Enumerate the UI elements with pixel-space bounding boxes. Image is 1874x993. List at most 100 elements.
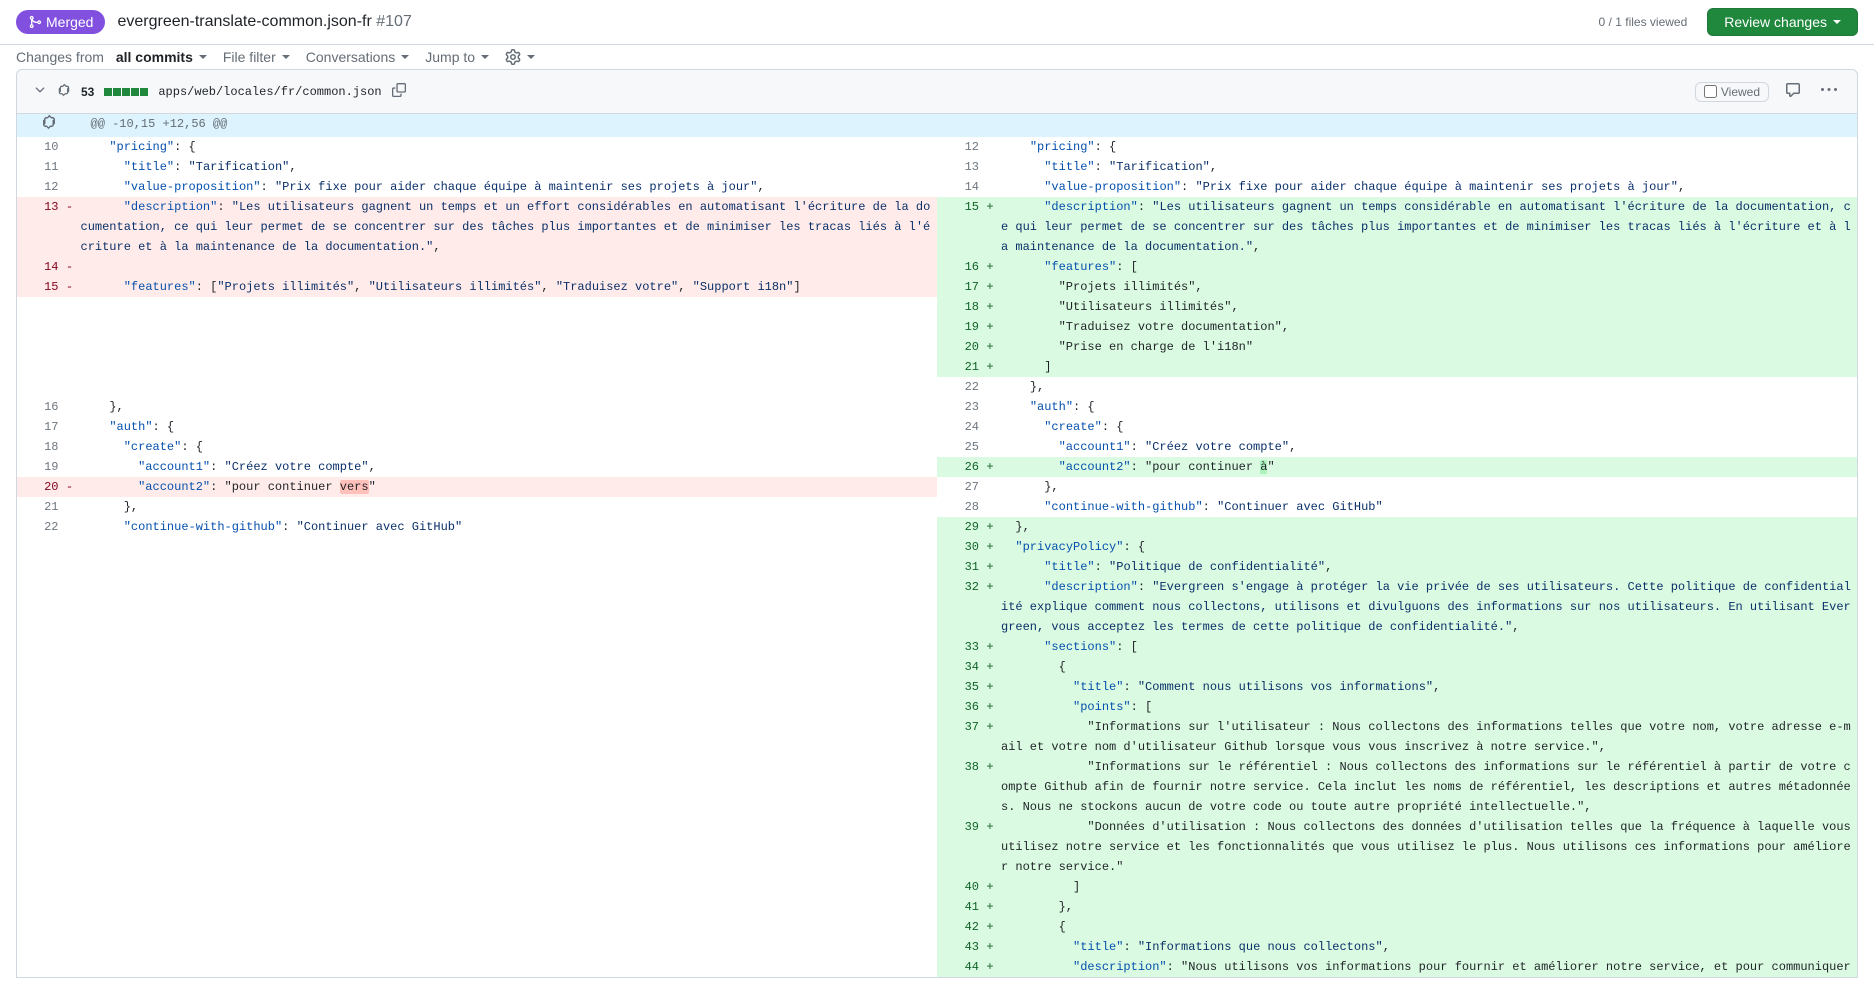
code-cell[interactable]: "title": "Comment nous utilisons vos inf… [1001,677,1858,697]
line-number[interactable]: 32 [937,577,979,637]
code-cell[interactable]: }, [1001,897,1858,917]
code-cell[interactable]: "description": "Evergreen s'engage à pro… [1001,577,1858,637]
line-number[interactable] [17,577,59,637]
line-number[interactable]: 27 [937,477,979,497]
line-number[interactable] [17,697,59,717]
line-number[interactable]: 21 [937,357,979,377]
code-cell[interactable]: "auth": { [1001,397,1858,417]
code-cell[interactable]: ] [1001,877,1858,897]
code-cell[interactable]: "value-proposition": "Prix fixe pour aid… [81,177,938,197]
changes-from-dropdown[interactable]: Changes from all commits [16,49,207,65]
code-cell[interactable] [81,637,938,657]
line-number[interactable]: 43 [937,937,979,957]
line-number[interactable] [17,357,59,377]
line-number[interactable]: 28 [937,497,979,517]
code-cell[interactable] [81,317,938,337]
code-cell[interactable]: "account1": "Créez votre compte", [1001,437,1858,457]
line-number[interactable] [17,677,59,697]
code-cell[interactable]: "auth": { [81,417,938,437]
line-number[interactable] [17,317,59,337]
code-cell[interactable] [81,577,938,637]
line-number[interactable]: 11 [17,157,59,177]
code-cell[interactable]: "create": { [1001,417,1858,437]
line-number[interactable]: 29 [937,517,979,537]
code-cell[interactable]: "Informations sur le référentiel : Nous … [1001,757,1858,817]
kebab-menu-icon[interactable] [1817,78,1841,105]
jump-to-dropdown[interactable]: Jump to [425,49,489,65]
line-number[interactable]: 38 [937,757,979,817]
code-cell[interactable]: "description": "Les utilisateurs gagnent… [1001,197,1858,257]
review-changes-button[interactable]: Review changes [1707,8,1858,36]
line-number[interactable] [17,557,59,577]
line-number[interactable] [17,377,59,397]
line-number[interactable]: 14 [937,177,979,197]
line-number[interactable]: 40 [937,877,979,897]
code-cell[interactable]: "value-proposition": "Prix fixe pour aid… [1001,177,1858,197]
code-cell[interactable]: ] [1001,357,1858,377]
line-number[interactable]: 41 [937,897,979,917]
line-number[interactable]: 12 [17,177,59,197]
code-cell[interactable] [81,957,938,978]
line-number[interactable] [17,877,59,897]
line-number[interactable]: 17 [17,417,59,437]
code-cell[interactable] [81,257,938,277]
line-number[interactable]: 25 [937,437,979,457]
code-cell[interactable] [81,717,938,757]
file-path[interactable]: apps/web/locales/fr/common.json [158,85,381,99]
code-cell[interactable] [81,357,938,377]
code-cell[interactable] [81,937,938,957]
viewed-checkbox[interactable]: Viewed [1695,82,1769,102]
code-cell[interactable]: "Informations sur l'utilisateur : Nous c… [1001,717,1858,757]
line-number[interactable]: 15 [937,197,979,257]
line-number[interactable] [17,817,59,877]
line-number[interactable]: 44 [937,957,979,978]
comment-icon[interactable] [1781,78,1805,105]
line-number[interactable] [17,937,59,957]
line-number[interactable]: 13 [17,197,59,257]
code-cell[interactable] [81,877,938,897]
line-number[interactable]: 21 [17,497,59,517]
copy-path-icon[interactable] [392,83,406,100]
line-number[interactable] [17,297,59,317]
code-cell[interactable]: "pricing": { [1001,137,1858,157]
code-cell[interactable]: "title": "Tarification", [1001,157,1858,177]
code-cell[interactable] [81,377,938,397]
line-number[interactable]: 13 [937,157,979,177]
code-cell[interactable]: "title": "Politique de confidentialité", [1001,557,1858,577]
line-number[interactable]: 22 [17,517,59,537]
code-cell[interactable]: "points": [ [1001,697,1858,717]
file-filter-dropdown[interactable]: File filter [223,49,290,65]
line-number[interactable] [17,657,59,677]
line-number[interactable] [17,957,59,978]
code-cell[interactable]: "account2": "pour continuer vers" [81,477,938,497]
line-number[interactable]: 36 [937,697,979,717]
line-number[interactable]: 18 [17,437,59,457]
line-number[interactable]: 16 [17,397,59,417]
line-number[interactable]: 24 [937,417,979,437]
code-cell[interactable]: "Prise en charge de l'i18n" [1001,337,1858,357]
code-cell[interactable]: "title": "Informations que nous collecto… [1001,937,1858,957]
code-cell[interactable]: "features": ["Projets illimités", "Utili… [81,277,938,297]
line-number[interactable] [17,917,59,937]
line-number[interactable]: 30 [937,537,979,557]
line-number[interactable]: 19 [17,457,59,477]
line-number[interactable]: 10 [17,137,59,157]
code-cell[interactable] [81,537,938,557]
line-number[interactable]: 19 [937,317,979,337]
code-cell[interactable] [81,817,938,877]
line-number[interactable]: 18 [937,297,979,317]
code-cell[interactable]: "Traduisez votre documentation", [1001,317,1858,337]
pr-title[interactable]: evergreen-translate-common.json-fr #107 [117,13,411,31]
line-number[interactable]: 12 [937,137,979,157]
code-cell[interactable] [81,897,938,917]
code-cell[interactable]: "Utilisateurs illimités", [1001,297,1858,317]
line-number[interactable] [17,337,59,357]
line-number[interactable]: 15 [17,277,59,297]
code-cell[interactable]: }, [81,497,938,517]
code-cell[interactable]: "Données d'utilisation : Nous collectons… [1001,817,1858,877]
expand-hunk-icon[interactable] [17,114,81,137]
line-number[interactable]: 20 [17,477,59,497]
code-cell[interactable]: "continue-with-github": "Continuer avec … [81,517,938,537]
code-cell[interactable]: }, [81,397,938,417]
line-number[interactable]: 33 [937,637,979,657]
